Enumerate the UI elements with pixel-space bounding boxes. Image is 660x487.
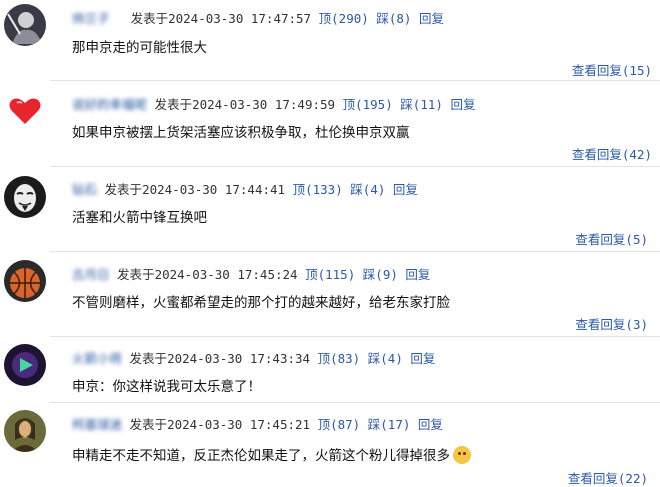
view-replies-link[interactable]: 查看回复(3): [575, 314, 648, 333]
username[interactable]: 柯基球迷: [72, 414, 122, 433]
avatar[interactable]: [4, 410, 46, 452]
post-datetime: 2024-03-30 17:45:21: [167, 417, 311, 432]
upvote-button[interactable]: 顶(133): [293, 182, 343, 197]
comment-text: 那申京走的可能性很大: [72, 40, 207, 56]
mask-avatar-icon: [4, 176, 46, 218]
reply-button[interactable]: 回复: [405, 267, 430, 282]
comment-text: 活塞和火箭中锋互换吧: [72, 210, 207, 226]
comment-meta: 柯基球迷 发表于2024-03-30 17:45:21 顶(87) 踩(17) …: [72, 414, 443, 433]
comment-meta: 说好的幸福呢 发表于2024-03-30 17:49:59 顶(195) 踩(1…: [72, 94, 475, 113]
comment-text: 申精走不走不知道，反正杰伦如果走了，火箭这个粉儿得掉很多: [72, 444, 471, 464]
comment-text-body: 申精走不走不知道，反正杰伦如果走了，火箭这个粉儿得掉很多: [72, 448, 450, 464]
reply-button[interactable]: 回复: [393, 182, 418, 197]
comment-meta: 钻石 发表于2024-03-30 17:44:41 顶(133) 踩(4) 回复: [72, 179, 418, 198]
username[interactable]: 帅兰子: [72, 8, 110, 27]
upvote-button[interactable]: 顶(290): [319, 11, 369, 26]
divider: [50, 251, 660, 252]
downvote-button[interactable]: 踩(17): [368, 417, 411, 432]
comment-meta: 火箭小将 发表于2024-03-30 17:43:34 顶(83) 踩(4) 回…: [72, 348, 435, 367]
post-datetime: 2024-03-30 17:47:57: [168, 11, 312, 26]
comment-meta: 古月日 发表于2024-03-30 17:45:24 顶(115) 踩(9) 回…: [72, 264, 430, 283]
dark-figure-avatar-icon: [4, 4, 46, 46]
post-datetime: 2024-03-30 17:43:34: [167, 351, 311, 366]
avatar[interactable]: [4, 344, 46, 386]
reply-button[interactable]: 回复: [410, 351, 435, 366]
view-replies-link[interactable]: 查看回复(22): [568, 468, 648, 487]
avatar[interactable]: [4, 260, 46, 302]
posted-label: 发表于: [104, 182, 143, 197]
posted-label: 发表于: [129, 417, 168, 432]
reply-button[interactable]: 回复: [418, 417, 443, 432]
emoji-icon: [453, 446, 471, 464]
view-replies-link[interactable]: 查看回复(5): [575, 229, 648, 248]
upvote-button[interactable]: 顶(115): [305, 267, 355, 282]
divider: [50, 166, 660, 167]
comment-text: 申京：你这样说我可太乐意了！: [72, 379, 261, 395]
username[interactable]: 说好的幸福呢: [72, 94, 147, 113]
username[interactable]: 古月日: [72, 264, 110, 283]
divider: [50, 402, 660, 403]
downvote-button[interactable]: 踩(11): [400, 97, 443, 112]
posted-label: 发表于: [154, 97, 193, 112]
username[interactable]: 钻石: [72, 179, 97, 198]
downvote-button[interactable]: 踩(8): [376, 11, 411, 26]
posted-label: 发表于: [129, 351, 168, 366]
post-datetime: 2024-03-30 17:49:59: [192, 97, 336, 112]
downvote-button[interactable]: 踩(4): [368, 351, 403, 366]
upvote-button[interactable]: 顶(195): [343, 97, 393, 112]
downvote-button[interactable]: 踩(9): [363, 267, 398, 282]
post-datetime: 2024-03-30 17:44:41: [142, 182, 286, 197]
comment-meta: 帅兰子 发表于2024-03-30 17:47:57 顶(290) 踩(8) 回…: [72, 8, 444, 27]
upvote-button[interactable]: 顶(87): [318, 417, 361, 432]
downvote-button[interactable]: 踩(4): [350, 182, 385, 197]
divider: [50, 80, 660, 81]
divider: [50, 336, 660, 337]
red-heart-avatar-icon: [4, 90, 46, 132]
purple-avatar-icon: [4, 344, 46, 386]
comment-text: 不管则磨样，火蜜都希望走的那个打的越来越好，给老东家打脸: [72, 295, 450, 311]
comment-text: 如果申京被摆上货架活塞应该积极争取，杜伦换申京双赢: [72, 125, 410, 141]
avatar[interactable]: [4, 176, 46, 218]
posted-label: 发表于: [117, 267, 155, 282]
avatar[interactable]: [4, 4, 46, 46]
avatar[interactable]: [4, 90, 46, 132]
view-replies-link[interactable]: 查看回复(42): [572, 144, 652, 163]
mona-lisa-avatar-icon: [4, 410, 46, 452]
reply-button[interactable]: 回复: [450, 97, 475, 112]
upvote-button[interactable]: 顶(83): [318, 351, 361, 366]
basketball-avatar-icon: [4, 260, 46, 302]
reply-button[interactable]: 回复: [419, 11, 444, 26]
posted-label: 发表于: [130, 11, 169, 26]
view-replies-link[interactable]: 查看回复(15): [572, 60, 652, 79]
username[interactable]: 火箭小将: [72, 348, 122, 367]
post-datetime: 2024-03-30 17:45:24: [154, 267, 298, 282]
